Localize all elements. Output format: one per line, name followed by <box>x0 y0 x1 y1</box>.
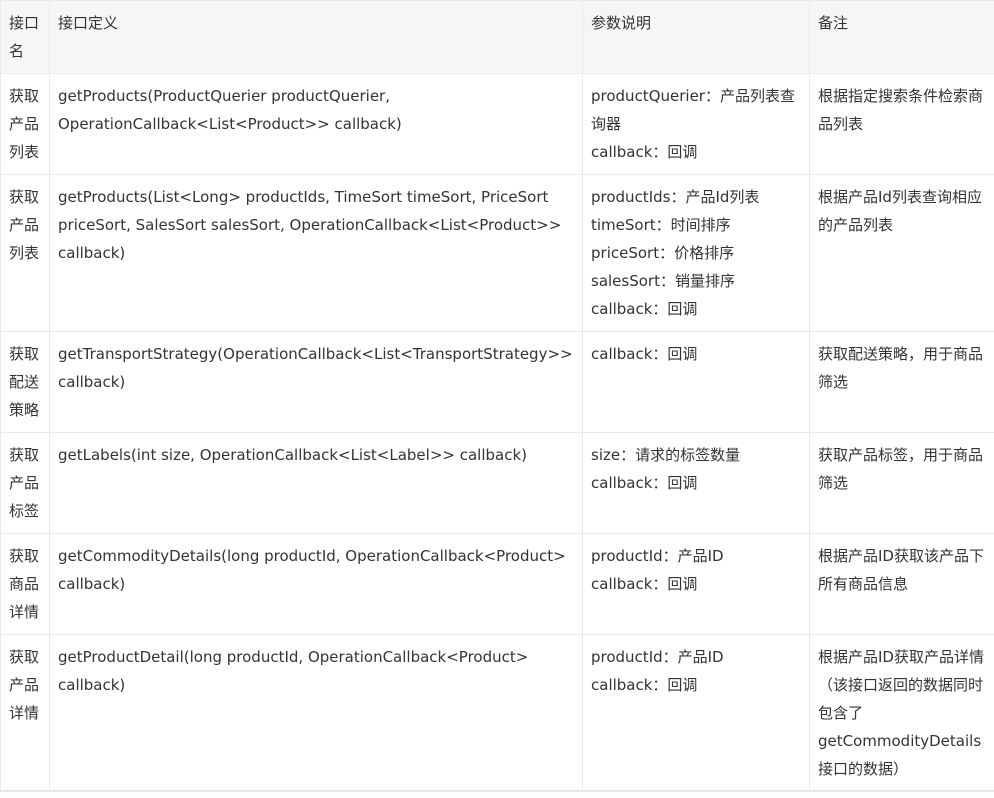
row-params: productId：产品ID callback：回调 <box>582 634 810 792</box>
param-line: callback：回调 <box>591 474 698 492</box>
param-line: callback：回调 <box>591 676 698 694</box>
param-line: salesSort：销量排序 <box>591 272 735 290</box>
row-notes: 根据产品ID获取该产品下所有商品信息 <box>809 533 994 635</box>
header-row: 接口名 接口定义 参数说明 备注 <box>0 0 994 74</box>
table-row: 获取配送策略 getTransportStrategy(OperationCal… <box>0 331 994 433</box>
row-definition: getProducts(List<Long> productIds, TimeS… <box>49 174 583 332</box>
row-definition: getProducts(ProductQuerier productQuerie… <box>49 73 583 175</box>
row-name: 获取配送策略 <box>0 331 50 433</box>
param-line: productId：产品ID <box>591 547 724 565</box>
row-params: size：请求的标签数量 callback：回调 <box>582 432 810 534</box>
row-name: 获取产品列表 <box>0 174 50 332</box>
row-name: 获取产品标签 <box>0 432 50 534</box>
row-params: productIds：产品Id列表 timeSort：时间排序 priceSor… <box>582 174 810 332</box>
table-row: 获取商品详情 getCommodityDetails(long productI… <box>0 533 994 635</box>
table-row: 获取产品列表 getProducts(List<Long> productIds… <box>0 174 994 332</box>
row-notes: 获取配送策略，用于商品筛选 <box>809 331 994 433</box>
header-params: 参数说明 <box>582 0 810 74</box>
param-line: callback：回调 <box>591 345 698 363</box>
row-definition: getTransportStrategy(OperationCallback<L… <box>49 331 583 433</box>
row-params: callback：回调 <box>582 331 810 433</box>
row-params: productId：产品ID callback：回调 <box>582 533 810 635</box>
param-line: priceSort：价格排序 <box>591 244 735 262</box>
table-row: 获取产品列表 getProducts(ProductQuerier produc… <box>0 73 994 175</box>
row-definition: getCommodityDetails(long productId, Oper… <box>49 533 583 635</box>
param-line: productIds：产品Id列表 <box>591 188 760 206</box>
param-line: timeSort：时间排序 <box>591 216 731 234</box>
row-name: 获取商品详情 <box>0 533 50 635</box>
row-name: 获取产品列表 <box>0 73 50 175</box>
row-notes: 根据指定搜索条件检索商品列表 <box>809 73 994 175</box>
table-row: 获取产品详情 getProductDetail(long productId, … <box>0 634 994 792</box>
row-definition: getLabels(int size, OperationCallback<Li… <box>49 432 583 534</box>
row-notes: 根据产品ID获取产品详情（该接口返回的数据同时包含了getCommodityDe… <box>809 634 994 792</box>
param-line: callback：回调 <box>591 575 698 593</box>
api-table: 接口名 接口定义 参数说明 备注 获取产品列表 getProducts(Prod… <box>0 0 994 792</box>
table-row: 获取产品标签 getLabels(int size, OperationCall… <box>0 432 994 534</box>
param-line: productQuerier：产品列表查询器 <box>591 87 795 133</box>
header-notes: 备注 <box>809 0 994 74</box>
param-line: size：请求的标签数量 <box>591 446 741 464</box>
header-name: 接口名 <box>0 0 50 74</box>
row-notes: 根据产品Id列表查询相应的产品列表 <box>809 174 994 332</box>
param-line: productId：产品ID <box>591 648 724 666</box>
row-definition: getProductDetail(long productId, Operati… <box>49 634 583 792</box>
row-params: productQuerier：产品列表查询器 callback：回调 <box>582 73 810 175</box>
row-name: 获取产品详情 <box>0 634 50 792</box>
header-definition: 接口定义 <box>49 0 583 74</box>
row-notes: 获取产品标签，用于商品筛选 <box>809 432 994 534</box>
table-bottom-rule <box>0 790 994 791</box>
table-header: 接口名 接口定义 参数说明 备注 <box>0 0 994 74</box>
param-line: callback：回调 <box>591 143 698 161</box>
param-line: callback：回调 <box>591 300 698 318</box>
